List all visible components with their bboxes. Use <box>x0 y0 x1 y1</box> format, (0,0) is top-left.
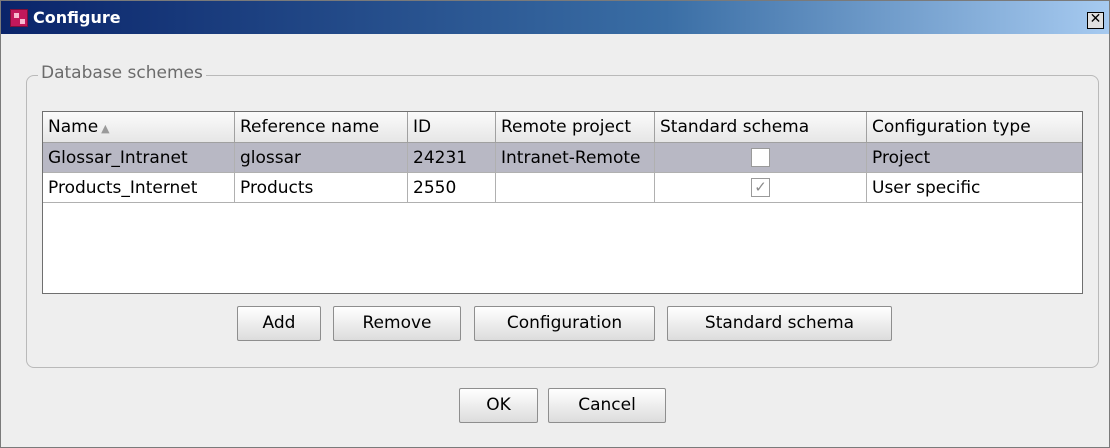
cell-reference-name: glossar <box>235 143 408 173</box>
cell-remote-project: Intranet-Remote <box>496 143 655 173</box>
cancel-button[interactable]: Cancel <box>548 388 666 423</box>
table-row[interactable]: Products_Internet Products 2550 ✓ User s… <box>43 173 1082 203</box>
column-header-reference-name[interactable]: Reference name <box>235 112 408 142</box>
close-button[interactable]: ✕ <box>1087 12 1104 29</box>
table-row[interactable]: Glossar_Intranet glossar 24231 Intranet-… <box>43 143 1082 173</box>
column-header-name[interactable]: Name ▲ <box>43 112 235 142</box>
cell-name: Glossar_Intranet <box>43 143 235 173</box>
column-header-standard-schema[interactable]: Standard schema <box>655 112 867 142</box>
standard-schema-checkbox[interactable] <box>751 148 770 167</box>
cell-id: 2550 <box>408 173 496 203</box>
window-title: Configure <box>33 8 121 27</box>
cell-standard-schema: ✓ <box>655 173 867 203</box>
group-label: Database schemes <box>38 63 206 83</box>
ok-button[interactable]: OK <box>459 388 538 423</box>
cell-name: Products_Internet <box>43 173 235 203</box>
column-label: Name <box>48 117 99 137</box>
standard-schema-checkbox[interactable]: ✓ <box>751 178 770 197</box>
table-header: Name ▲ Reference name ID Remote project S… <box>43 112 1082 143</box>
column-header-id[interactable]: ID <box>408 112 496 142</box>
standard-schema-button[interactable]: Standard schema <box>667 306 892 341</box>
cell-configuration-type: User specific <box>867 173 1082 203</box>
app-icon <box>10 9 28 27</box>
cell-configuration-type: Project <box>867 143 1082 173</box>
configuration-button[interactable]: Configuration <box>474 306 655 341</box>
remove-button[interactable]: Remove <box>333 306 461 341</box>
cell-reference-name: Products <box>235 173 408 203</box>
title-bar[interactable]: Configure ✕ <box>1 1 1109 34</box>
cell-id: 24231 <box>408 143 496 173</box>
schemes-table[interactable]: Name ▲ Reference name ID Remote project S… <box>42 111 1083 294</box>
column-header-remote-project[interactable]: Remote project <box>496 112 655 142</box>
sort-ascending-icon: ▲ <box>101 122 110 135</box>
cell-standard-schema <box>655 143 867 173</box>
add-button[interactable]: Add <box>237 306 321 341</box>
cell-remote-project <box>496 173 655 203</box>
column-header-configuration-type[interactable]: Configuration type <box>867 112 1082 142</box>
